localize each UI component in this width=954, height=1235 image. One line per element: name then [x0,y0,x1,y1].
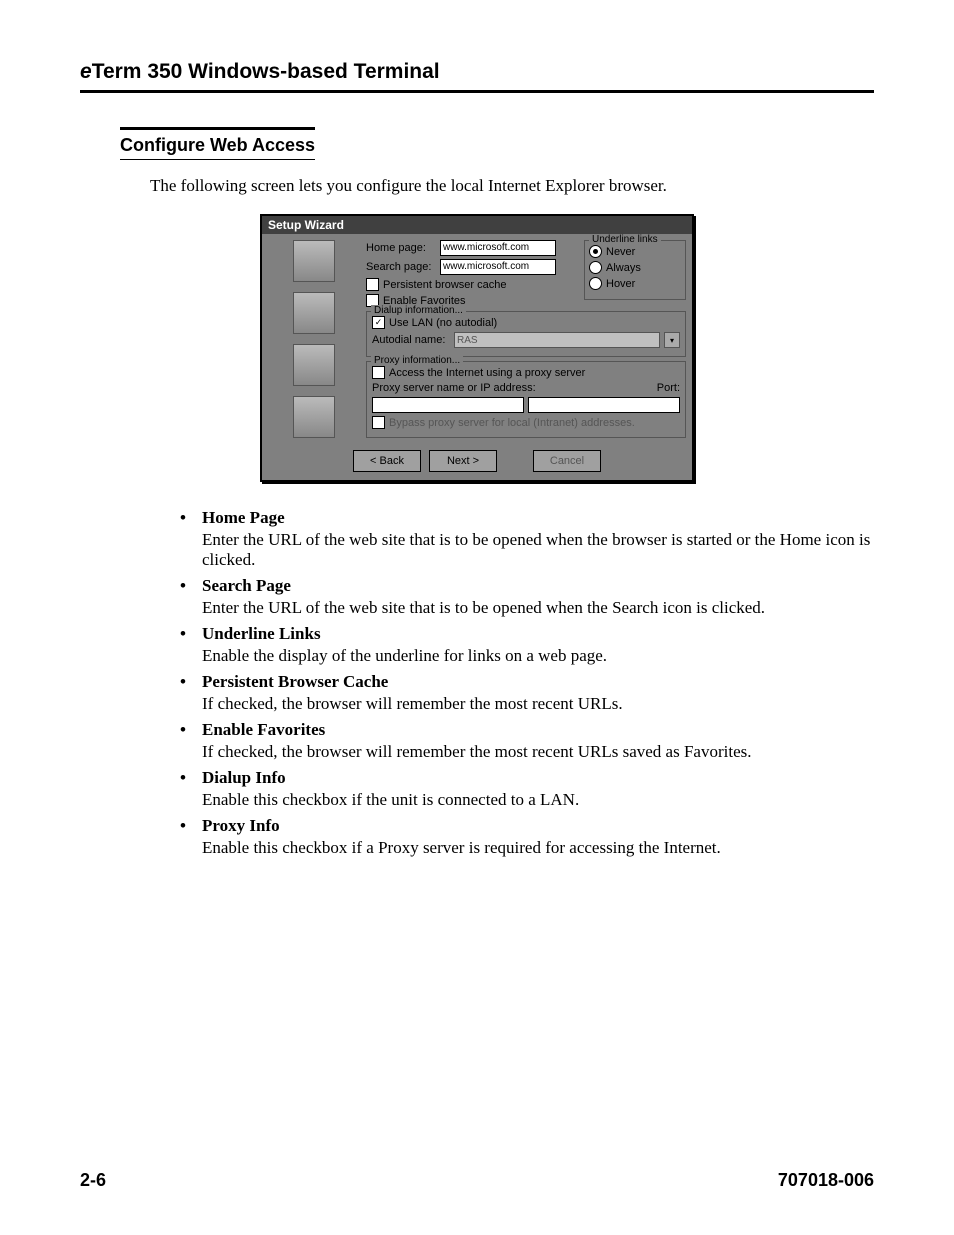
underline-always-radio[interactable] [589,261,602,274]
bullet-title: Persistent Browser Cache [202,672,874,692]
doc-number: 707018-006 [778,1170,874,1191]
section-title: Configure Web Access [120,127,315,160]
page-number: 2-6 [80,1170,106,1191]
proxy-port-input[interactable] [528,397,680,413]
wizard-step-icon [293,292,335,334]
bullet-desc: Enter the URL of the web site that is to… [202,598,874,618]
bullet-desc: If checked, the browser will remember th… [202,742,874,762]
bullet-icon: • [180,768,202,810]
bullet-title: Dialup Info [202,768,874,788]
wizard-step-icon [293,396,335,438]
header-ital: e [80,60,92,83]
wizard-step-icon [293,344,335,386]
list-item: •Persistent Browser CacheIf checked, the… [180,672,874,714]
autodial-combo-button[interactable]: ▾ [664,332,680,348]
list-item: •Home PageEnter the URL of the web site … [180,508,874,570]
proxy-port-label: Port: [657,382,680,394]
list-item: •Enable FavoritesIf checked, the browser… [180,720,874,762]
autodial-label: Autodial name: [372,334,450,346]
header-rest: Term 350 Windows-based Terminal [92,60,440,83]
proxy-address-label: Proxy server name or IP address: [372,382,653,394]
bullet-title: Enable Favorites [202,720,874,740]
list-item: •Underline LinksEnable the display of th… [180,624,874,666]
bullet-list: •Home PageEnter the URL of the web site … [180,508,874,858]
setup-wizard-dialog: Setup Wizard Underline links Never Alway… [260,214,694,482]
bullet-icon: • [180,508,202,570]
dialog-title: Setup Wizard [262,216,692,234]
bullet-icon: • [180,624,202,666]
autodial-combo[interactable]: RAS [454,332,660,348]
use-proxy-checkbox[interactable] [372,366,385,379]
underline-never-label: Never [606,246,635,258]
persistent-cache-checkbox[interactable] [366,278,379,291]
bullet-title: Proxy Info [202,816,874,836]
proxy-group: Proxy information... Access the Internet… [366,361,686,438]
underline-hover-label: Hover [606,278,635,290]
bullet-icon: • [180,720,202,762]
wizard-icon-column [268,240,360,438]
bullet-title: Home Page [202,508,874,528]
bullet-desc: If checked, the browser will remember th… [202,694,874,714]
bullet-icon: • [180,576,202,618]
list-item: •Proxy InfoEnable this checkbox if a Pro… [180,816,874,858]
use-lan-label: Use LAN (no autodial) [389,317,497,329]
proxy-group-title: Proxy information... [371,355,463,366]
list-item: •Dialup InfoEnable this checkbox if the … [180,768,874,810]
bullet-title: Search Page [202,576,874,596]
bypass-proxy-checkbox[interactable] [372,416,385,429]
list-item: •Search PageEnter the URL of the web sit… [180,576,874,618]
dialup-group-title: Dialup information... [371,305,466,316]
bullet-desc: Enable this checkbox if a Proxy server i… [202,838,874,858]
underline-never-radio[interactable] [589,245,602,258]
persistent-cache-label: Persistent browser cache [383,279,507,291]
bypass-proxy-label: Bypass proxy server for local (Intranet)… [389,417,635,429]
bullet-desc: Enable the display of the underline for … [202,646,874,666]
back-button[interactable]: < Back [353,450,421,472]
underline-group-title: Underline links [589,234,661,245]
running-header: eTerm 350 Windows-based Terminal [80,60,874,93]
use-proxy-label: Access the Internet using a proxy server [389,367,585,379]
use-lan-checkbox[interactable]: ✓ [372,316,385,329]
bullet-desc: Enable this checkbox if the unit is conn… [202,790,874,810]
underline-links-group: Underline links Never Always Hover [584,240,686,300]
search-page-input[interactable]: www.microsoft.com [440,259,556,275]
next-button[interactable]: Next > [429,450,497,472]
bullet-icon: • [180,672,202,714]
home-page-input[interactable]: www.microsoft.com [440,240,556,256]
bullet-icon: • [180,816,202,858]
wizard-step-icon [293,240,335,282]
dialup-group: Dialup information... ✓ Use LAN (no auto… [366,311,686,357]
proxy-address-input[interactable] [372,397,524,413]
bullet-desc: Enter the URL of the web site that is to… [202,530,874,570]
home-page-label: Home page: [366,242,436,254]
underline-always-label: Always [606,262,641,274]
intro-text: The following screen lets you configure … [150,176,874,196]
cancel-button[interactable]: Cancel [533,450,601,472]
search-page-label: Search page: [366,261,436,273]
bullet-title: Underline Links [202,624,874,644]
underline-hover-radio[interactable] [589,277,602,290]
